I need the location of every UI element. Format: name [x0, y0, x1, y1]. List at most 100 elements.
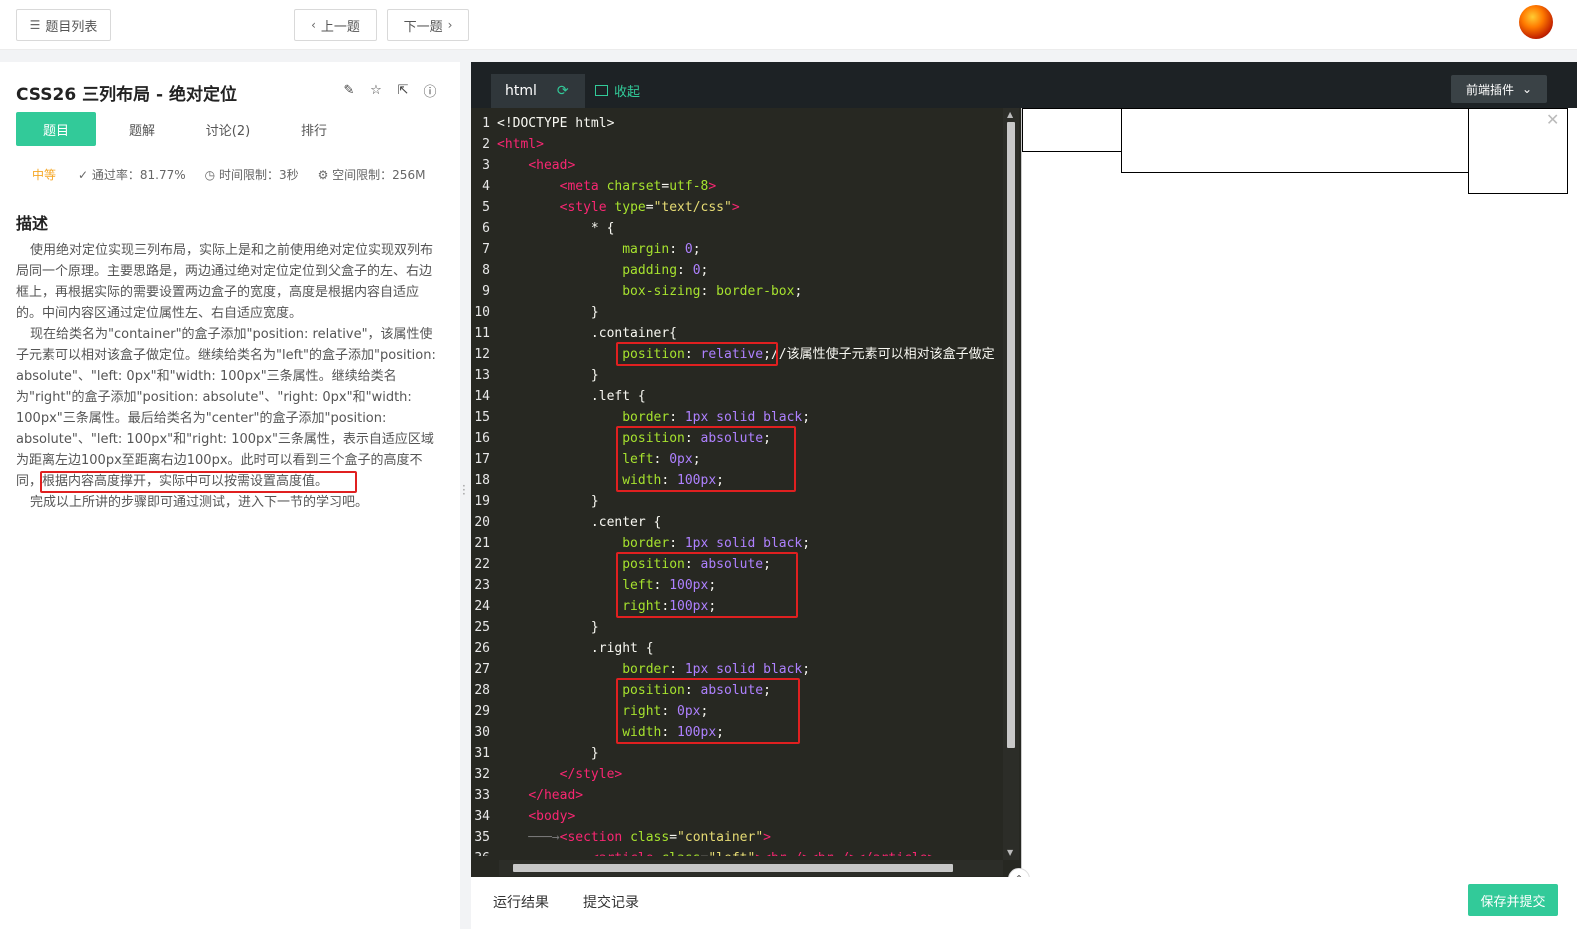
line-number: 26	[474, 641, 490, 656]
code-token: ;	[763, 431, 771, 446]
code-token: utf-8	[669, 179, 709, 194]
tab-problem[interactable]: 题目	[16, 112, 96, 146]
pass-rate: ✓ 通过率：81.77%	[78, 166, 186, 183]
code-line: 19 }	[471, 491, 1003, 512]
code-line: 1 <!DOCTYPE html>	[471, 113, 1003, 134]
code-token: :	[669, 536, 685, 551]
line-number: 3	[482, 158, 490, 173]
share-icon[interactable]: ⇱	[395, 82, 411, 98]
close-icon[interactable]: ✕	[1546, 110, 1559, 129]
vertical-scrollbar[interactable]: ▲ ▼	[1003, 108, 1019, 860]
line-number: 4	[482, 179, 490, 194]
code-line: 29 right: 0px;	[471, 701, 1003, 722]
tab-solution[interactable]: 题解	[102, 112, 182, 146]
scrollbar-thumb[interactable]	[1007, 122, 1015, 748]
scroll-up-arrow-icon[interactable]: ▲	[1007, 110, 1013, 119]
code-line: 9 box-sizing: border-box;	[471, 281, 1003, 302]
preview-left-box	[1022, 108, 1122, 152]
code-token: </style>	[559, 767, 623, 782]
collapse-button[interactable]: 收起	[595, 81, 640, 100]
code-token: position	[622, 557, 685, 572]
code-line: 21 border: 1px solid black;	[471, 533, 1003, 554]
line-number: 30	[474, 725, 490, 740]
line-number: 12	[474, 347, 490, 362]
line-number: 5	[482, 200, 490, 215]
code-token: 0	[692, 263, 701, 278]
chevron-left-icon: ‹	[311, 18, 316, 32]
code-token: <meta	[559, 179, 607, 194]
line-number: 1	[482, 116, 490, 131]
code-token: >	[708, 179, 717, 194]
space-limit-text: 空间限制：256M	[332, 168, 426, 182]
description-heading: 描述	[16, 214, 49, 233]
line-number: 29	[474, 704, 490, 719]
code-line: 32 </style>	[471, 764, 1003, 785]
tab-run-result[interactable]: 运行结果	[493, 892, 549, 912]
code-token: ;	[700, 263, 709, 278]
prev-problem-button[interactable]: ‹ 上一题	[294, 9, 377, 41]
next-problem-label: 下一题	[403, 19, 443, 35]
code-token: <style	[559, 200, 615, 215]
code-token: border	[622, 536, 670, 551]
code-token: <head>	[528, 158, 576, 173]
line-number: 21	[474, 536, 490, 551]
chevron-down-icon: ⌄	[1521, 82, 1533, 96]
code-text: </style>	[497, 767, 623, 782]
code-token: >	[763, 830, 771, 845]
code-token: .container{	[497, 326, 678, 341]
problem-meta: 中等 ✓ 通过率：81.77% ◷ 时间限制：3秒 ⚙ 空间限制：256M	[32, 166, 444, 183]
chip-icon: ⚙	[317, 168, 333, 182]
code-text: <style type="text/css">	[497, 200, 740, 215]
line-number: 32	[474, 767, 490, 782]
description-body: 使用绝对定位实现三列布局，实际上是和之前使用绝对定位实现双列布局同一个原理。主要…	[16, 240, 440, 513]
code-token: ;	[716, 725, 724, 740]
avatar[interactable]	[1519, 5, 1553, 39]
title-actions: ✎ ☆ ⇱ ⓘ	[341, 82, 438, 100]
horizontal-scrollbar[interactable]	[499, 860, 1003, 876]
code-text: margin: 0;	[497, 242, 700, 257]
tab-ranking[interactable]: 排行	[274, 112, 354, 146]
resize-handle[interactable]: · · ·	[462, 480, 466, 500]
star-icon[interactable]: ☆	[368, 82, 384, 98]
code-token: ;	[708, 578, 717, 593]
info-icon[interactable]: ⓘ	[422, 82, 438, 100]
line-number: 28	[474, 683, 490, 698]
save-submit-button[interactable]: 保存并提交	[1468, 884, 1558, 916]
scroll-down-arrow-icon[interactable]: ▼	[1007, 848, 1013, 857]
file-tab-html[interactable]: html ⟳	[491, 74, 585, 108]
code-token: >	[731, 200, 740, 215]
line-number: 10	[474, 305, 490, 320]
top-bar: ☰ 题目列表 ‹ 上一题 下一题 ›	[0, 0, 1577, 50]
code-line: 24 right:100px;	[471, 596, 1003, 617]
code-line: 34 <body>	[471, 806, 1003, 827]
code-token: :	[684, 683, 701, 698]
code-line: 22 position: absolute;	[471, 554, 1003, 575]
tab-submit-record[interactable]: 提交记录	[583, 892, 639, 912]
code-area[interactable]: 1 <!DOCTYPE html> 2 <html> 3 <head> 4 <meta c…	[471, 112, 1003, 856]
tab-discussion[interactable]: 讨论(2)	[188, 112, 268, 146]
code-text: .container{	[497, 326, 677, 341]
next-problem-button[interactable]: 下一题 ›	[387, 9, 469, 41]
code-token: :	[661, 473, 678, 488]
code-line: 35 ───→<section class="container">	[471, 827, 1003, 848]
refresh-icon[interactable]: ⟳	[557, 83, 569, 99]
code-line: 12 position: relative;//该属性使子元素可以相对该盒子做定	[471, 344, 1003, 365]
pass-rate-text: 通过率：81.77%	[91, 168, 186, 182]
code-token: 1px solid black	[684, 662, 803, 677]
plugin-dropdown[interactable]: 前端插件 ⌄	[1451, 75, 1547, 103]
page-title: CSS26 三列布局 - 绝对定位	[16, 85, 237, 105]
edit-icon[interactable]: ✎	[341, 82, 357, 98]
scrollbar-thumb[interactable]	[513, 864, 953, 872]
code-token: border	[622, 410, 670, 425]
code-token: ;	[802, 536, 811, 551]
problem-list-button[interactable]: ☰ 题目列表	[16, 9, 111, 41]
code-token: ;	[802, 410, 811, 425]
code-token: :	[653, 578, 670, 593]
file-tab-label: html	[505, 83, 537, 99]
code-text: </head>	[497, 788, 583, 803]
